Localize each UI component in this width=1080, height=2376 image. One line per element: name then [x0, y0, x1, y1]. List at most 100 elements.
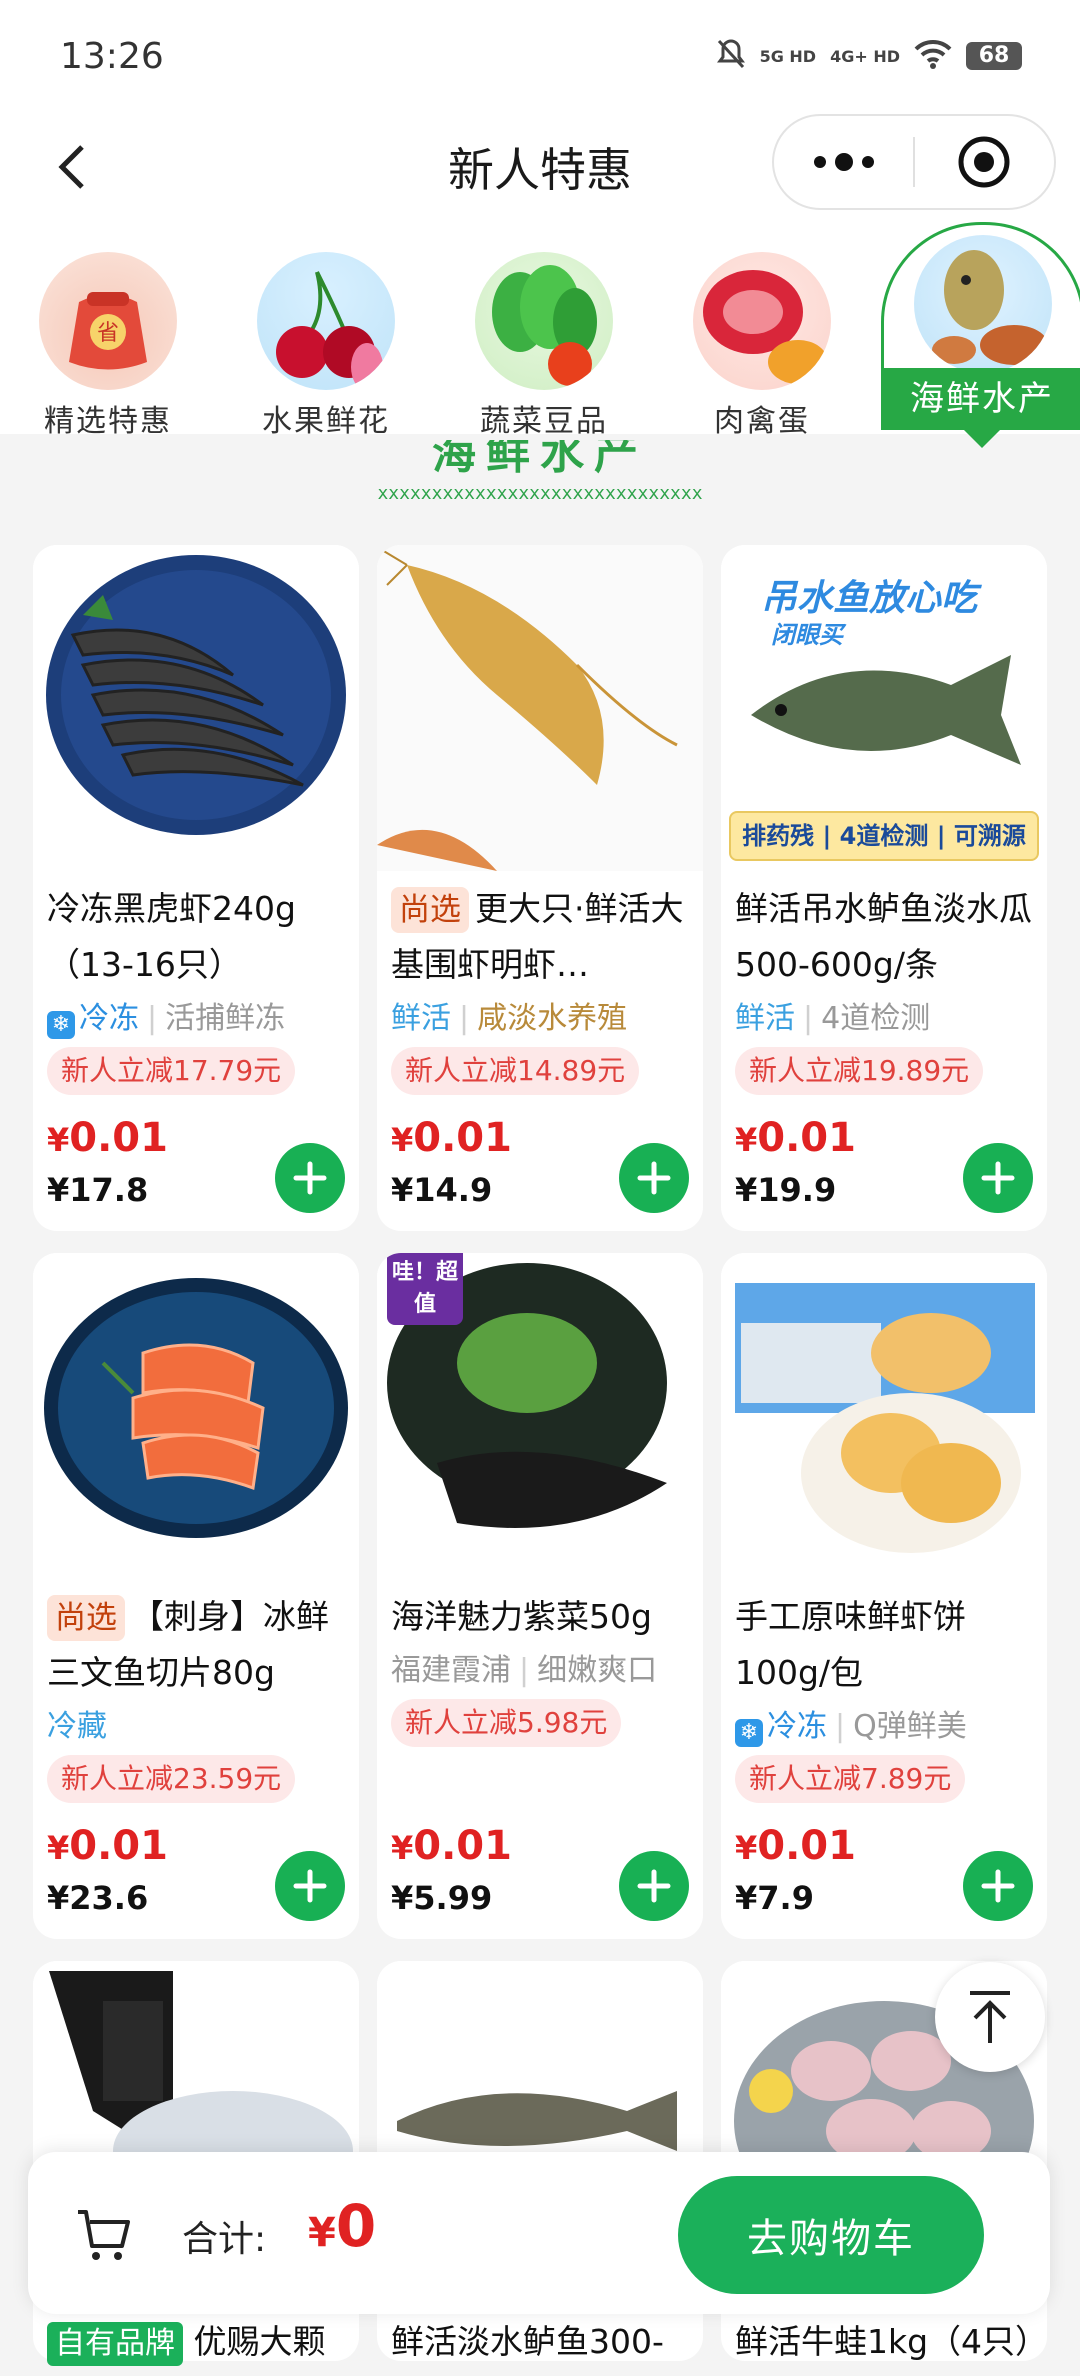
product-image: 吊水鱼放心吃 闭眼买 排药残 | 4道检测 | 可溯源	[721, 545, 1047, 871]
product-card[interactable]: 手工原味鲜虾饼100g/包 ❄ 冷冻 | Q弹鲜美 新人立减7.89元 ¥0.01 ¥…	[721, 1253, 1047, 1939]
category-item[interactable]: 水果鲜花	[238, 252, 414, 440]
status-time: 13:26	[60, 35, 164, 77]
more-dots-icon	[813, 153, 874, 171]
section-title: 海鲜水产	[432, 440, 648, 479]
price-currency: ¥	[735, 1121, 758, 1159]
close-button[interactable]	[915, 116, 1054, 208]
snowflake-icon: ❄	[735, 1719, 763, 1747]
discount-badge: 新人立减7.89元	[735, 1755, 966, 1803]
price-currency: ¥	[735, 1829, 758, 1867]
attr-separator: |	[147, 1001, 158, 1036]
image-banner: 排药残 | 4道检测 | 可溯源	[729, 811, 1039, 861]
product-title: 尚选 【刺身】冰鲜三文鱼切片80g	[47, 1589, 345, 1701]
product-title: 手工原味鲜虾饼100g/包	[735, 1597, 966, 1692]
product-attributes: ❄ 冷冻 | 活捕鲜冻	[47, 993, 345, 1045]
original-price: ¥5.99	[391, 1879, 493, 1917]
plus-icon	[637, 1161, 671, 1195]
add-to-cart-button[interactable]	[963, 1143, 1033, 1213]
category-item[interactable]: 省 精选特惠	[20, 252, 196, 440]
product-attr-feature: 细嫩爽口	[537, 1653, 658, 1688]
price-value: 0.01	[413, 1115, 512, 1161]
product-attr-feature: 咸淡水养殖	[477, 1001, 628, 1036]
fish-icon	[914, 235, 1052, 373]
price-value: 0.01	[413, 1823, 512, 1869]
original-price: ¥19.9	[735, 1171, 837, 1209]
original-price: ¥14.9	[391, 1171, 493, 1209]
product-image	[33, 1253, 359, 1579]
total-label: 合计:	[182, 2219, 267, 2260]
go-to-cart-button[interactable]: 去购物车	[678, 2176, 984, 2294]
peek-title: 鲜活牛蛙1kg（4只）	[735, 2322, 1045, 2361]
category-active-label[interactable]: 海鲜水产	[881, 368, 1080, 430]
cherry-icon	[257, 252, 395, 390]
image-slogan-text: 吊水鱼放心吃	[761, 578, 978, 619]
product-price: ¥0.01	[735, 1823, 856, 1869]
product-attr-feature: 活捕鲜冻	[165, 1001, 286, 1036]
product-attr-feature: 4道检测	[821, 1001, 931, 1036]
savings-bag-icon: 省	[39, 252, 177, 390]
product-attributes: 鲜活 | 4道检测	[735, 993, 1033, 1045]
total-amount: ¥0	[308, 2192, 376, 2260]
plus-icon	[981, 1869, 1015, 1903]
product-title: 海洋魅力紫菜50g	[391, 1597, 652, 1636]
wifi-icon	[914, 39, 952, 73]
product-attr-storage: 冷藏	[47, 1709, 107, 1744]
product-price: ¥0.01	[47, 1115, 168, 1161]
attr-separator: |	[803, 1001, 814, 1036]
plus-icon	[637, 1869, 671, 1903]
product-attributes: 福建霞浦 | 细嫩爽口	[391, 1645, 689, 1697]
product-title: 鲜活吊水鲈鱼淡水瓜500-600g/条	[735, 889, 1032, 984]
product-card[interactable]: 冷冻黑虎虾240g（13-16只） ❄ 冷冻 | 活捕鲜冻 新人立减17.79元 ¥0…	[33, 545, 359, 1231]
section-heading: 海鲜水产 xxxxxxxxxxxxxxxxxxxxxxxxxxxxxx	[0, 432, 1080, 532]
mute-icon	[716, 38, 746, 74]
product-attr-storage: 冷冻	[767, 1709, 827, 1744]
nav-bar: 新人特惠	[0, 112, 1080, 222]
category-item[interactable]: 蔬菜豆品	[456, 252, 632, 440]
cart-icon[interactable]	[74, 2204, 134, 2264]
arrow-up-icon	[970, 1991, 1010, 2043]
attr-separator: |	[835, 1709, 846, 1744]
add-to-cart-button[interactable]	[963, 1851, 1033, 1921]
product-title: 冷冻黑虎虾240g（13-16只）	[47, 889, 296, 984]
price-value: 0.01	[757, 1823, 856, 1869]
more-button[interactable]	[774, 116, 913, 208]
plus-icon	[981, 1161, 1015, 1195]
back-to-top-button[interactable]	[935, 1962, 1045, 2072]
plus-icon	[293, 1161, 327, 1195]
product-attr-origin: 福建霞浦	[391, 1653, 511, 1688]
product-attributes: ❄ 冷冻 | Q弹鲜美	[735, 1701, 1033, 1753]
discount-badge: 新人立减17.79元	[47, 1047, 296, 1095]
status-icons: 5G HD 4G+ HD 68	[716, 38, 1022, 74]
target-icon	[958, 136, 1010, 188]
add-to-cart-button[interactable]	[275, 1143, 345, 1213]
product-attributes: 鲜活 | 咸淡水养殖	[391, 993, 689, 1045]
product-price: ¥0.01	[735, 1115, 856, 1161]
add-to-cart-button[interactable]	[619, 1851, 689, 1921]
product-card[interactable]: 哇！超值 海洋魅力紫菜50g 福建霞浦 | 细嫩爽口 新人立减5.98元 ¥0.01…	[377, 1253, 703, 1939]
category-item[interactable]: 肉禽蛋	[674, 252, 850, 440]
add-to-cart-button[interactable]	[619, 1143, 689, 1213]
price-value: 0.01	[69, 1115, 168, 1161]
attr-separator: |	[459, 1001, 470, 1036]
status-bar: 13:26 5G HD 4G+ HD 68	[0, 0, 1080, 112]
product-price: ¥0.01	[391, 1115, 512, 1161]
tag-premium: 尚选	[391, 887, 469, 933]
signal-5g-label: 5G HD	[759, 46, 817, 66]
vegetable-icon	[475, 252, 613, 390]
add-to-cart-button[interactable]	[275, 1851, 345, 1921]
tag-premium: 尚选	[47, 1595, 125, 1641]
svg-text:省: 省	[97, 321, 119, 346]
product-image: 哇！超值	[377, 1253, 703, 1579]
price-value: 0.01	[69, 1823, 168, 1869]
discount-badge: 新人立减19.89元	[735, 1047, 984, 1095]
product-card[interactable]: 吊水鱼放心吃 闭眼买 排药残 | 4道检测 | 可溯源 鲜活吊水鲈鱼淡水瓜500-…	[721, 545, 1047, 1231]
product-attributes: 冷藏	[47, 1701, 345, 1753]
original-price: ¥7.9	[735, 1879, 814, 1917]
product-card[interactable]: 尚选 更大只·鲜活大基围虾明虾… 鲜活 | 咸淡水养殖 新人立减14.89元 ¥0.0…	[377, 545, 703, 1231]
product-card[interactable]: 尚选 【刺身】冰鲜三文鱼切片80g 冷藏 新人立减23.59元 ¥0.01 ¥23…	[33, 1253, 359, 1939]
product-attr-feature: Q弹鲜美	[853, 1709, 967, 1744]
plus-icon	[293, 1869, 327, 1903]
price-currency: ¥	[391, 1829, 414, 1867]
snowflake-icon: ❄	[47, 1011, 75, 1039]
section-zigzag-divider: xxxxxxxxxxxxxxxxxxxxxxxxxxxxxx	[377, 483, 703, 504]
